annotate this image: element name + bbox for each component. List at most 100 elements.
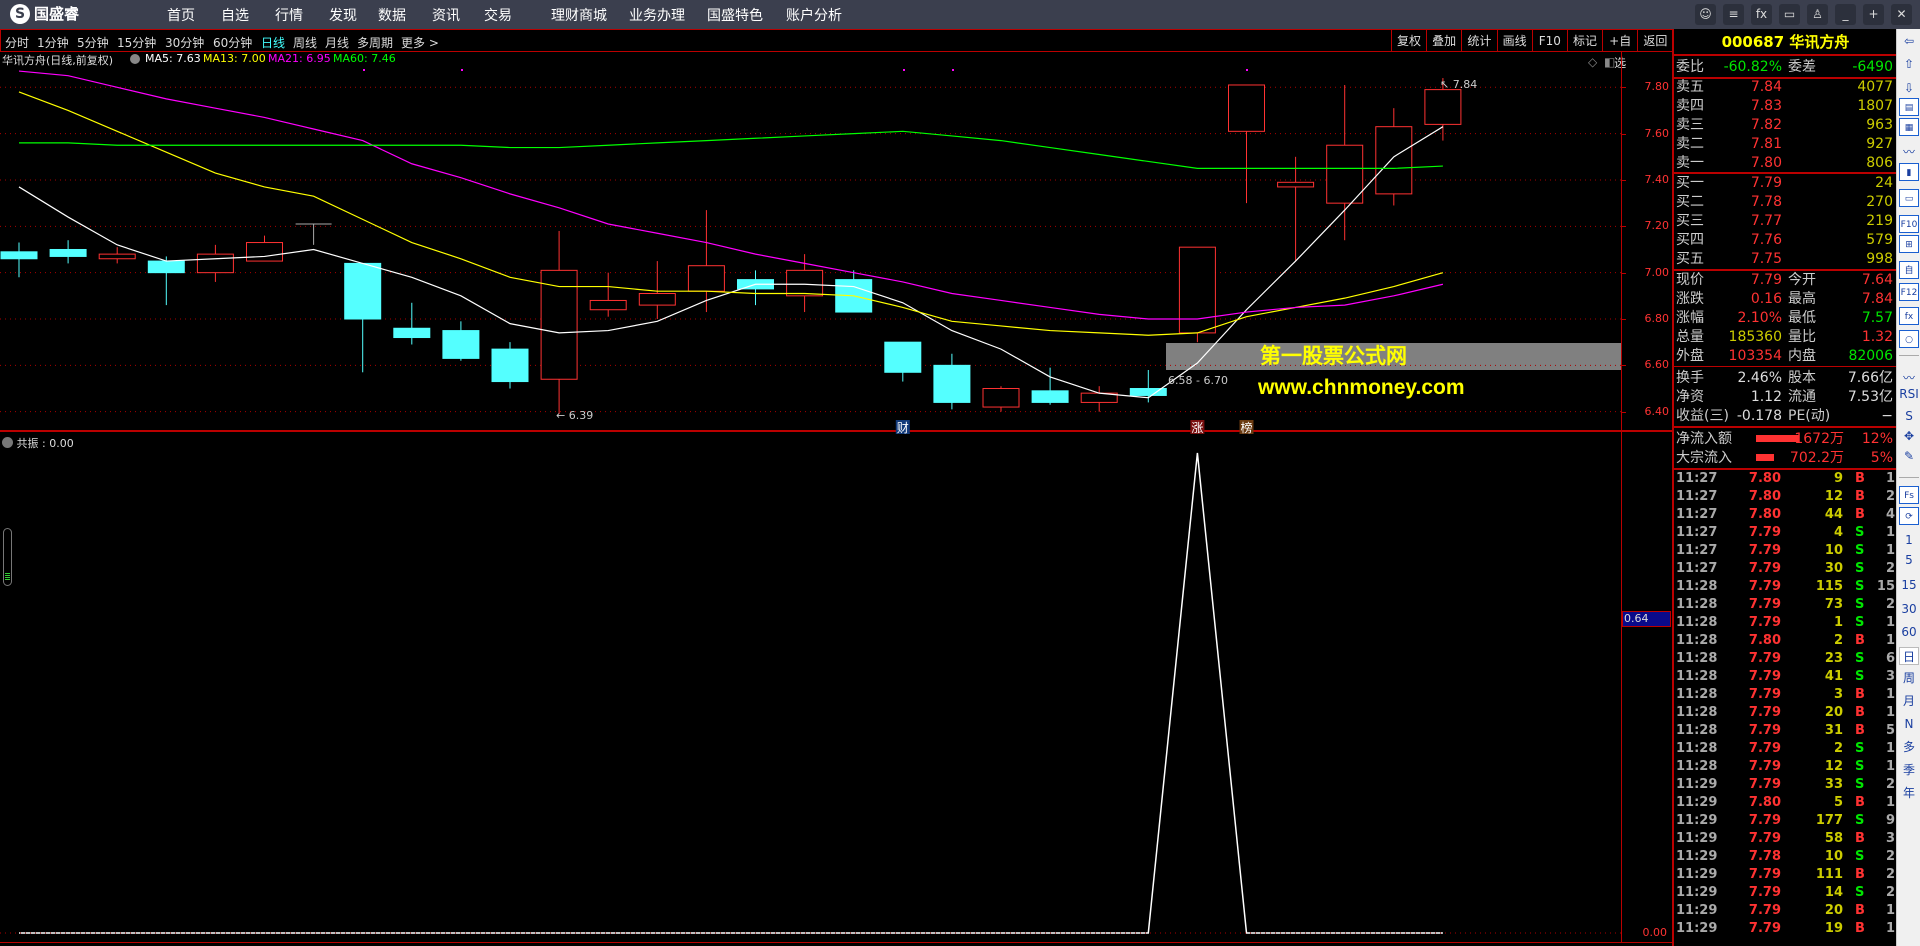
sidebar-tool-24[interactable]: 30 — [1899, 600, 1919, 618]
trade-count: 2 — [1885, 489, 1895, 504]
sidebar-tool-32[interactable]: 年 — [1899, 784, 1919, 802]
ask-price: 7.84 — [1750, 79, 1782, 95]
nav-0[interactable]: 首页 — [167, 5, 195, 25]
candle-body — [638, 293, 676, 306]
sidebar-tool-30[interactable]: 多 — [1899, 738, 1919, 756]
sidebar-tool-2[interactable]: ⇩ — [1899, 79, 1919, 97]
minimize-icon[interactable]: _ — [1835, 4, 1856, 25]
nav-9[interactable]: 国盛特色 — [707, 5, 763, 25]
sidebar-tool-27[interactable]: 周 — [1899, 669, 1919, 687]
chat-icon[interactable]: ☺ — [1695, 4, 1716, 25]
event-mark-text: 财 — [897, 421, 909, 435]
nav-1[interactable]: 自选 — [221, 5, 249, 25]
nav-2[interactable]: 行情 — [275, 5, 303, 25]
trade-row: 11:27 7.80 12 B 2 — [1674, 489, 1897, 507]
sidebar-tool-17[interactable]: ✥ — [1899, 427, 1919, 445]
sidebar-tool-21[interactable]: 1 — [1899, 531, 1919, 549]
sidebar-tool-0[interactable]: ⇦ — [1899, 32, 1919, 50]
stat-value: 82006 — [1848, 348, 1893, 364]
sidebar-tool-31[interactable]: 季 — [1899, 761, 1919, 779]
nav-4[interactable]: 数据 — [378, 5, 406, 25]
nav-5[interactable]: 资讯 — [432, 5, 460, 25]
trade-side: S — [1855, 813, 1865, 828]
sidebar-tool-20[interactable]: ⟳ — [1899, 507, 1919, 525]
sidebar-tool-6[interactable]: ▮ — [1899, 163, 1919, 181]
bid-volume: 998 — [1866, 251, 1893, 267]
sidebar-tool-16[interactable]: S — [1899, 407, 1919, 425]
ask-volume: 806 — [1866, 155, 1893, 171]
trade-time: 11:27 — [1676, 561, 1718, 576]
trade-time: 11:27 — [1676, 525, 1718, 540]
candle-body — [1178, 246, 1216, 334]
nav-6[interactable]: 交易 — [484, 5, 512, 25]
sidebar-tool-4[interactable]: ▦ — [1899, 118, 1919, 136]
event-mark-text: 榜 — [1241, 420, 1253, 435]
trade-row: 11:27 7.80 44 B 4 — [1674, 507, 1897, 525]
trade-time: 11:29 — [1676, 921, 1718, 936]
trade-price: 7.78 — [1748, 849, 1781, 864]
trade-count: 1 — [1885, 759, 1895, 774]
sidebar-tool-3[interactable]: ▤ — [1899, 98, 1919, 116]
marker-dot — [903, 69, 905, 71]
ask-label: 卖五 — [1676, 79, 1704, 95]
sidebar-tool-12[interactable]: fx — [1899, 307, 1919, 325]
trade-volume: 33 — [1824, 777, 1843, 792]
fund-label: 收益(三) — [1676, 408, 1729, 424]
trade-price: 7.79 — [1748, 759, 1781, 774]
trade-price: 7.79 — [1748, 777, 1781, 792]
sidebar-tool-13[interactable]: ○ — [1899, 330, 1919, 348]
sidebar-tool-26[interactable]: 日 — [1899, 647, 1919, 665]
stat-value: 7.79 — [1750, 272, 1782, 288]
trade-row: 11:29 7.79 58 B 3 — [1674, 831, 1897, 849]
sidebar-tool-28[interactable]: 月 — [1899, 692, 1919, 710]
nav-10[interactable]: 账户分析 — [786, 5, 842, 25]
trade-count: 2 — [1885, 849, 1895, 864]
low-price-label: ← 6.39 — [556, 409, 593, 422]
sidebar-tool-23[interactable]: 15 — [1899, 576, 1919, 594]
trade-time: 11:29 — [1676, 903, 1718, 918]
fund-value: − — [1881, 408, 1893, 424]
shirt-icon[interactable]: ♙ — [1807, 4, 1828, 25]
trade-price: 7.80 — [1748, 795, 1781, 810]
stat-value: 7.64 — [1861, 272, 1893, 288]
monitor-icon[interactable]: ▭ — [1779, 4, 1800, 25]
sidebar-tool-11[interactable]: F12 — [1899, 283, 1919, 301]
trade-count: 2 — [1885, 885, 1895, 900]
sidebar-tool-22[interactable]: 5 — [1899, 551, 1919, 569]
trade-side: B — [1855, 903, 1865, 918]
close-icon[interactable]: ✕ — [1891, 4, 1912, 25]
bid-label: 买二 — [1676, 194, 1704, 210]
trade-price: 7.79 — [1748, 669, 1781, 684]
sliders-icon[interactable]: ≡ — [1723, 4, 1744, 25]
trade-row: 11:28 7.79 41 S 3 — [1674, 669, 1897, 687]
sidebar-tool-10[interactable]: 自 — [1899, 261, 1919, 279]
trade-row: 11:29 7.78 10 S 2 — [1674, 849, 1897, 867]
sidebar-tool-7[interactable]: ▭ — [1899, 189, 1919, 207]
sidebar-tool-19[interactable]: Fs — [1899, 486, 1919, 504]
kline-chart[interactable]: ← 6.39 ↖ 7.84 6.58 - 6.70 财 涨 榜 — [0, 0, 1621, 946]
trade-count: 1 — [1885, 633, 1895, 648]
sidebar-tool-25[interactable]: 60 — [1899, 623, 1919, 641]
sidebar-tool-15[interactable]: RSI — [1899, 385, 1919, 403]
sidebar-tool-5[interactable]: 〰 — [1899, 143, 1919, 161]
sidebar-tool-18[interactable]: ✎ — [1899, 447, 1919, 465]
sidebar-tool-29[interactable]: N — [1899, 715, 1919, 733]
sidebar-tool-1[interactable]: ⇧ — [1899, 55, 1919, 73]
nav-8[interactable]: 业务办理 — [629, 5, 685, 25]
stat-value: 185360 — [1728, 329, 1782, 345]
action-button-7[interactable]: 返回 — [1637, 30, 1672, 52]
weibi-value: -60.82% — [1723, 59, 1782, 75]
marker-dot — [1246, 69, 1248, 71]
trade-count: 1 — [1885, 741, 1895, 756]
stat-label: 最高 — [1788, 291, 1816, 307]
trade-row: 11:29 7.79 33 S 2 — [1674, 777, 1897, 795]
sidebar-tool-8[interactable]: F10 — [1899, 215, 1919, 233]
restore-icon[interactable]: + — [1863, 4, 1884, 25]
nav-7[interactable]: 理财商城 — [551, 5, 607, 25]
sidebar-tool-9[interactable]: ⊞ — [1899, 235, 1919, 253]
flow-value: 1672万 — [1794, 431, 1844, 447]
trade-count: 3 — [1885, 831, 1895, 846]
nav-3[interactable]: 发现 — [329, 5, 357, 25]
fx-icon[interactable]: fx — [1751, 4, 1772, 25]
candle-body — [589, 299, 627, 311]
